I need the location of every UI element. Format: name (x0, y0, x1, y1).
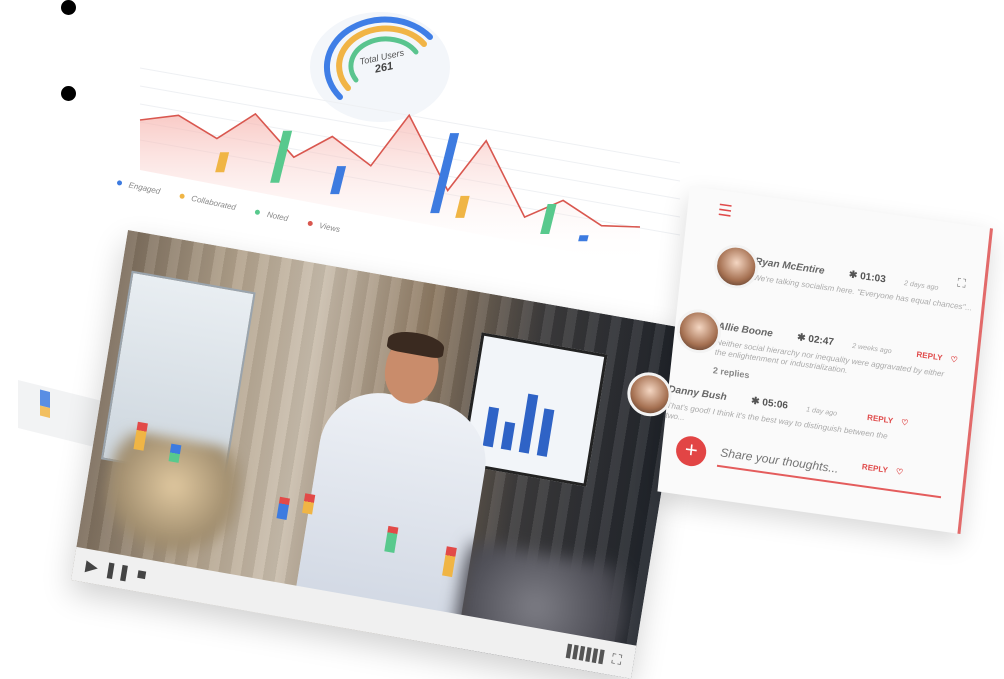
chart-bar-engaged (578, 235, 589, 242)
add-comment-button[interactable]: + (674, 434, 708, 469)
volume-icon[interactable]: ▌▌▌▌▌▌ (566, 644, 607, 664)
comment-input[interactable] (716, 444, 944, 499)
stop-icon[interactable]: ■ (135, 566, 148, 585)
comment-ago: 2 days ago (903, 280, 939, 292)
comments-panel: ☰ ⛶ Ryan McEntire ✱ 01:03 2 days ago We'… (625, 186, 996, 535)
menu-icon[interactable]: ☰ (717, 200, 733, 222)
comment-ago: 2 weeks ago (851, 342, 892, 356)
comment-time: ✱ 02:47 (796, 332, 835, 349)
bullet-dot (61, 86, 76, 101)
fullscreen-icon[interactable]: ⛶ (611, 650, 623, 668)
legend-collaborated: Collaborated (179, 191, 237, 212)
legend-engaged: Engaged (116, 178, 161, 196)
comment-author: Danny Bush (667, 384, 728, 404)
heart-icon[interactable]: ♡ (901, 418, 909, 428)
legend-views: Views (306, 218, 341, 234)
mini-bar (40, 405, 50, 418)
comment-time: ✱ 01:03 (848, 269, 887, 286)
comment-author: Allie Boone (717, 320, 774, 340)
comment-ago: 1 day ago (805, 406, 838, 418)
play-icon[interactable]: ▶ (84, 556, 99, 578)
legend-noted: Noted (254, 207, 289, 223)
video-player[interactable]: ▶ ❚❚ ■ ▌▌▌▌▌▌ ⛶ (70, 230, 689, 679)
bullet-dot (61, 0, 76, 15)
avatar (711, 241, 761, 292)
comment-item: Ryan McEntire ✱ 01:03 2 days ago We're t… (711, 241, 996, 316)
heart-icon[interactable]: ♡ (950, 355, 958, 365)
pause-icon[interactable]: ❚❚ (102, 559, 133, 583)
comment-time: ✱ 05:06 (750, 395, 789, 412)
